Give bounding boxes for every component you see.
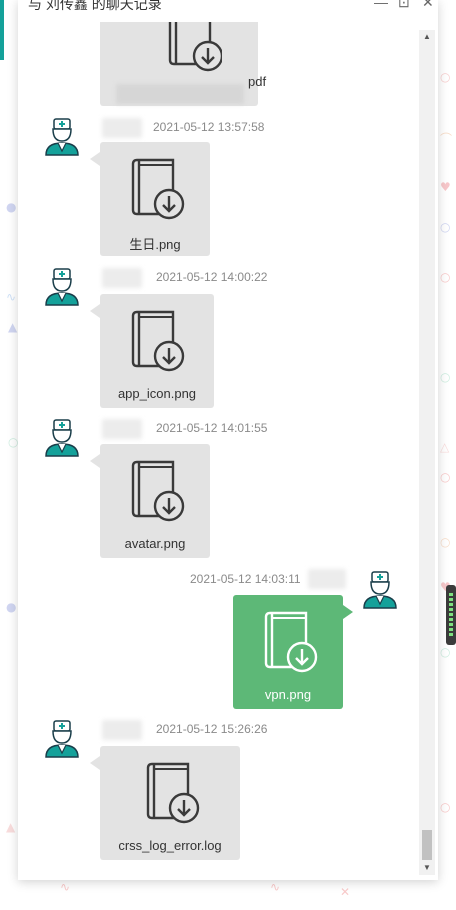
message-timestamp: 2021-05-12 14:01:55 [156,421,268,435]
deco-wave: ⌒ [440,132,453,146]
message-timestamp: 2021-05-12 14:03:11 [190,572,301,586]
deco-circle: ○ [440,470,451,484]
bubble-tail [90,454,100,468]
file-bubble[interactable]: pdf [100,22,266,106]
deco-circle: ○ [440,645,451,659]
sender-name-blurred [102,118,142,138]
sender-name-blurred [102,268,142,288]
deco-wave: ∿ [270,880,281,894]
deco-circle: ○ [440,370,451,384]
file-name: pdf [248,74,267,89]
file-name: vpn.png [264,687,312,702]
scroll-thumb[interactable] [422,830,432,860]
deco-triangle: ▲ [8,320,18,334]
file-name: 生日.png [129,237,181,252]
bubble-tail [90,304,100,318]
file-bubble[interactable]: app_icon.png [90,294,214,408]
bubble-tail [90,152,100,166]
avatar-doctor-icon[interactable] [42,719,82,759]
message-timestamp: 2021-05-12 15:26:26 [156,722,268,736]
file-bubble[interactable]: 生日.png [90,142,210,256]
deco-circle: ○ [8,435,19,449]
vertical-scrollbar[interactable]: ▲ ▼ [419,30,435,875]
background-app-scroll-indicator [446,585,456,645]
file-bubble[interactable]: vpn.png [233,595,353,709]
window-title: 与 刘传鑫 的聊天记录 [28,0,162,12]
title-bar: 与 刘传鑫 的聊天记录 — ⊡ ✕ [18,0,438,22]
message-timestamp: 2021-05-12 14:00:22 [156,270,268,284]
file-download-icon [131,310,185,372]
file-bubble[interactable]: crss_log_error.log [90,746,240,860]
chat-history-window: 与 刘传鑫 的聊天记录 — ⊡ ✕ pdf 2021-05-12 13:57:5… [18,0,438,880]
deco-triangle: △ [440,440,450,454]
scroll-up-icon[interactable]: ▲ [419,30,435,44]
deco-dot: ● [6,600,17,614]
deco-wave: ∿ [60,880,71,894]
file-name: app_icon.png [117,386,197,401]
deco-dot: ● [6,200,17,214]
deco-circle: ○ [440,220,451,234]
bubble-tail [90,756,100,770]
deco-triangle: ▲ [6,820,16,834]
background-app-edge [0,0,4,60]
file-download-icon [168,22,222,72]
file-download-icon [131,460,185,522]
avatar-doctor-icon[interactable] [42,418,82,458]
bubble-tail [343,605,353,619]
message-list[interactable]: pdf 2021-05-12 13:57:58 生日.png 2021-05-1… [18,22,416,880]
deco-heart: ♥ [440,180,451,194]
avatar-doctor-icon[interactable] [42,267,82,307]
deco-cross: ✕ [340,885,351,899]
avatar-doctor-icon[interactable] [42,117,82,157]
avatar-doctor-icon[interactable] [360,570,400,610]
file-name: avatar.png [124,536,186,551]
blurred-filename [116,84,244,104]
deco-circle: ○ [440,800,451,814]
maximize-icon[interactable]: ⊡ [398,0,410,11]
minimize-icon[interactable]: — [374,0,388,10]
sender-name-blurred [102,720,142,740]
deco-wave: ∿ [6,290,17,304]
message-timestamp: 2021-05-12 13:57:58 [153,120,265,134]
deco-circle: ○ [440,535,451,549]
scroll-down-icon[interactable]: ▼ [419,861,435,875]
close-icon[interactable]: ✕ [422,0,434,11]
file-bubble[interactable]: avatar.png [90,444,210,558]
file-download-icon [146,762,200,824]
file-download-icon [264,611,318,673]
deco-circle: ○ [440,270,451,284]
file-name: crss_log_error.log [118,838,222,853]
sender-name-blurred [102,419,142,439]
deco-circle: ○ [440,70,451,84]
file-download-icon [131,158,185,220]
sender-name-blurred [308,569,346,589]
